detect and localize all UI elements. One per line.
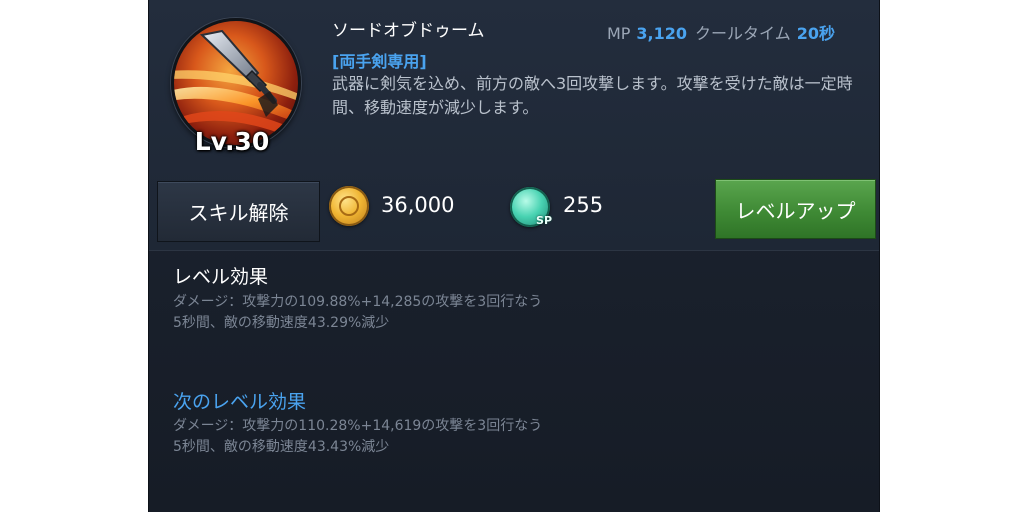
section-divider xyxy=(149,250,879,251)
cooldown-value: 20秒 xyxy=(796,24,835,43)
skill-cost-info: MP 3,120 クールタイム 20秒 xyxy=(607,20,835,44)
level-effect-line: ダメージ：攻撃力の109.88%+14,285の攻撃を3回行なう xyxy=(173,294,543,310)
skill-description: 武器に剣気を込め、前方の敵へ3回攻撃します。攻撃を受けた敵は一定時間、移動速度が… xyxy=(332,74,853,117)
skill-detail-panel: Lv.30 ソードオブドゥーム MP 3,120 クールタイム 20秒 [両手剣専用]… xyxy=(148,0,880,512)
skill-level: Lv.30 xyxy=(194,127,270,156)
cooldown-label: クールタイム xyxy=(695,24,791,43)
skill-name: ソードオブドゥーム xyxy=(332,21,485,41)
next-level-effect-line: 5秒間、敵の移動速度43.43%減少 xyxy=(173,439,390,455)
next-level-effect-title: 次のレベル効果 xyxy=(173,391,307,413)
mp-value: 3,120 xyxy=(636,24,688,43)
skill-header: Lv.30 ソードオブドゥーム MP 3,120 クールタイム 20秒 [両手剣専用]… xyxy=(149,0,879,250)
sp-coin-icon: SP xyxy=(510,187,552,227)
mp-label: MP xyxy=(606,24,631,43)
level-effect-title: レベル効果 xyxy=(173,266,269,288)
gold-cost: 36,000 xyxy=(381,193,455,217)
weapon-requirement: [両手剣専用] xyxy=(332,52,427,71)
sp-cost: 255 xyxy=(563,193,604,217)
gold-coin-icon xyxy=(329,186,369,226)
level-up-button[interactable]: レベルアップ xyxy=(715,179,876,239)
sp-badge-label: SP xyxy=(536,214,552,227)
level-effect-line: 5秒間、敵の移動速度43.29%減少 xyxy=(173,315,390,331)
skill-reset-button[interactable]: スキル解除 xyxy=(157,181,320,242)
next-level-effect-line: ダメージ：攻撃力の110.28%+14,619の攻撃を3回行なう xyxy=(173,418,543,434)
